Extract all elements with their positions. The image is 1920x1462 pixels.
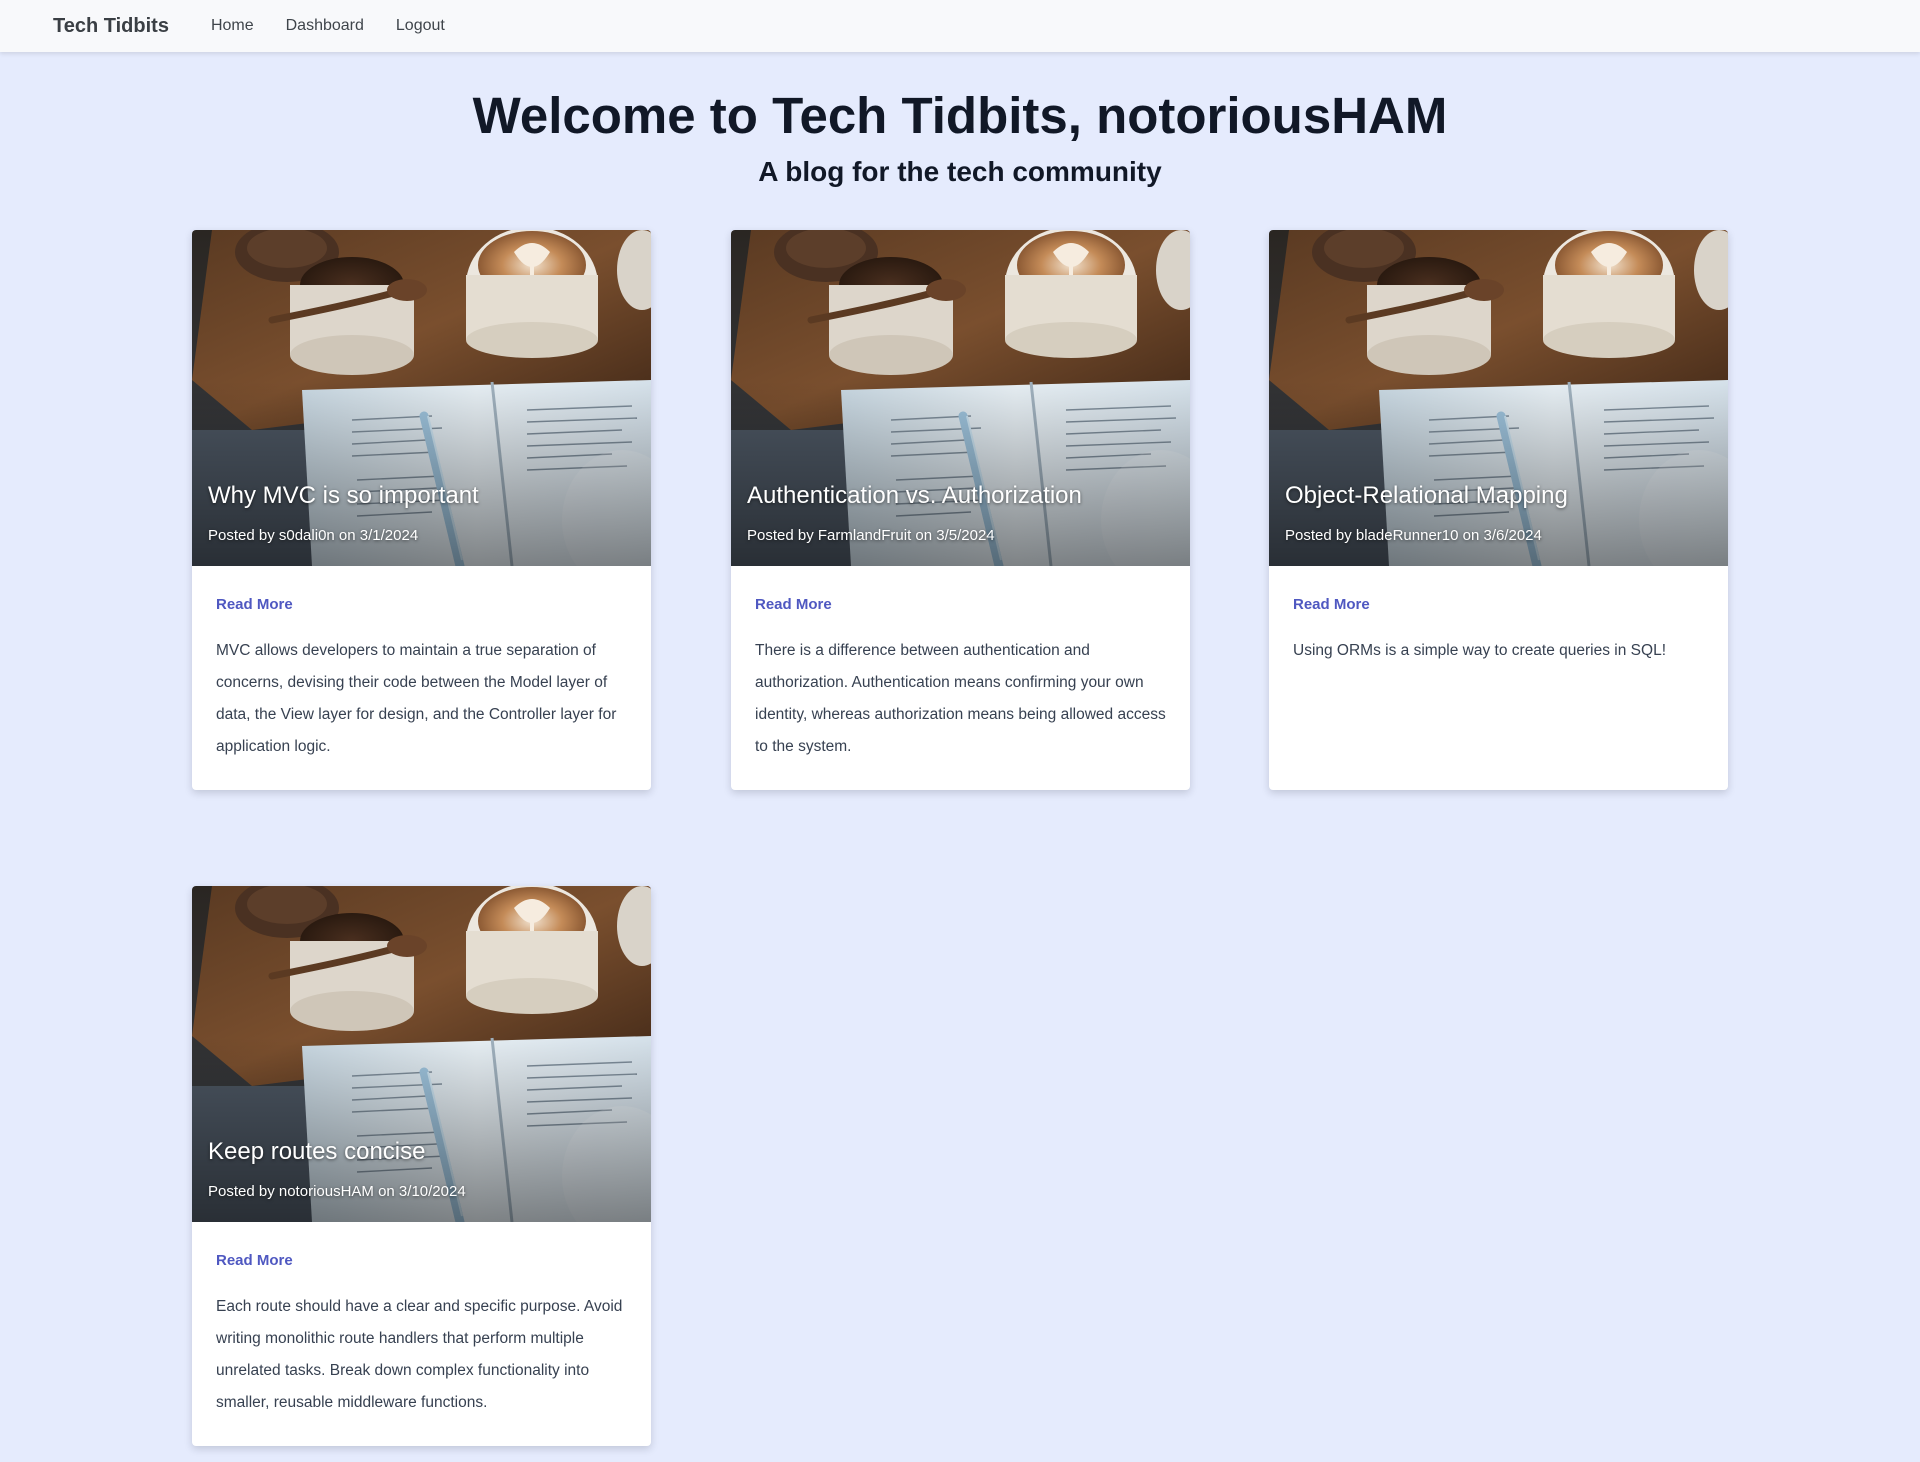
brand-logo[interactable]: Tech Tidbits (53, 15, 169, 38)
post-title[interactable]: Authentication vs. Authorization (747, 482, 1082, 510)
page-title: Welcome to Tech Tidbits, notoriousHAM (472, 87, 1448, 144)
post-card: Object-Relational Mapping Posted by blad… (1269, 230, 1728, 790)
post-card: Keep routes concise Posted by notoriousH… (192, 886, 651, 1446)
post-meta: Posted by notoriousHAM on 3/10/2024 (208, 1183, 466, 1200)
nav-dashboard-link[interactable]: Dashboard (286, 17, 364, 35)
post-image[interactable]: Why MVC is so important Posted by s0dali… (192, 230, 651, 566)
post-title[interactable]: Object-Relational Mapping (1285, 482, 1568, 510)
post-excerpt: Each route should have a clear and speci… (216, 1298, 623, 1411)
post-title[interactable]: Keep routes concise (208, 1138, 425, 1166)
nav-logout-link[interactable]: Logout (396, 17, 445, 35)
read-more-link[interactable]: Read More (755, 596, 832, 613)
post-image[interactable]: Object-Relational Mapping Posted by blad… (1269, 230, 1728, 566)
post-image[interactable]: Keep routes concise Posted by notoriousH… (192, 886, 651, 1222)
post-photo (192, 886, 651, 1222)
post-meta: Posted by FarmlandFruit on 3/5/2024 (747, 527, 995, 544)
post-body: Read More There is a difference between … (731, 566, 1190, 781)
read-more-link[interactable]: Read More (1293, 596, 1370, 613)
nav-home-link[interactable]: Home (211, 17, 254, 35)
post-photo (731, 230, 1190, 566)
post-excerpt: There is a difference between authentica… (755, 642, 1166, 755)
post-meta: Posted by bladeRunner10 on 3/6/2024 (1285, 527, 1542, 544)
post-excerpt: Using ORMs is a simple way to create que… (1293, 642, 1666, 659)
post-photo (1269, 230, 1728, 566)
page-subtitle: A blog for the tech community (758, 156, 1162, 187)
read-more-link[interactable]: Read More (216, 596, 293, 613)
post-body: Read More Using ORMs is a simple way to … (1269, 566, 1728, 685)
post-photo (192, 230, 651, 566)
post-title[interactable]: Why MVC is so important (208, 482, 479, 510)
post-body: Read More MVC allows developers to maint… (192, 566, 651, 781)
post-card: Why MVC is so important Posted by s0dali… (192, 230, 651, 790)
post-image[interactable]: Authentication vs. Authorization Posted … (731, 230, 1190, 566)
post-card: Authentication vs. Authorization Posted … (731, 230, 1190, 790)
post-body: Read More Each route should have a clear… (192, 1222, 651, 1437)
read-more-link[interactable]: Read More (216, 1252, 293, 1269)
post-excerpt: MVC allows developers to maintain a true… (216, 642, 617, 755)
post-meta: Posted by s0dali0n on 3/1/2024 (208, 527, 419, 544)
navbar: Tech Tidbits Home Dashboard Logout (0, 0, 1920, 52)
